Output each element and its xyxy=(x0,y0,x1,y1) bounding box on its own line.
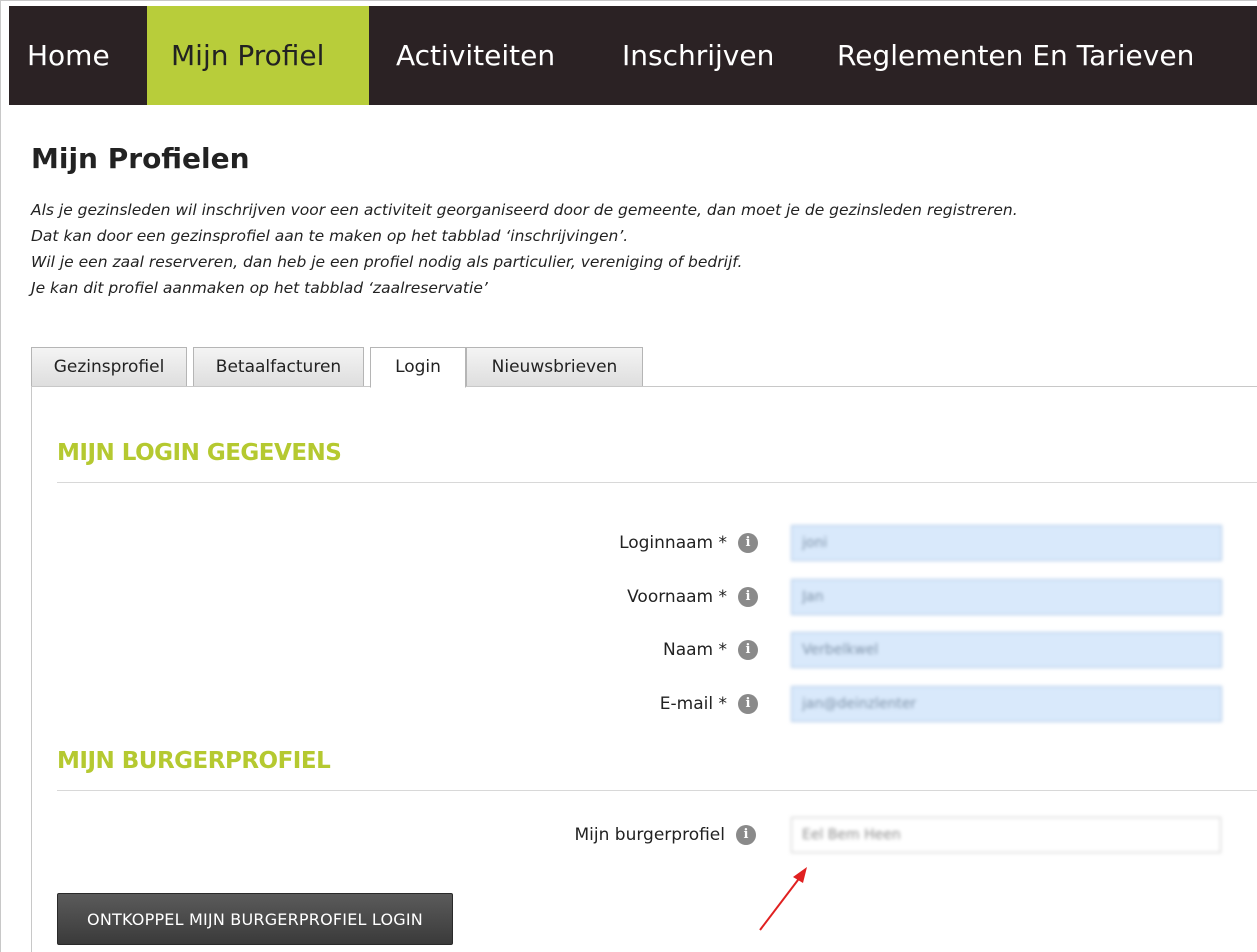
tab-gezinsprofiel[interactable]: Gezinsprofiel xyxy=(31,347,187,387)
burgerprofiel-section-title: MIJN BURGERPROFIEL xyxy=(57,748,331,774)
tab-login[interactable]: Login xyxy=(370,347,466,388)
page-title: Mijn Profielen xyxy=(31,142,250,175)
naam-label: Naam * xyxy=(662,640,727,660)
tab-nieuwsbrieven[interactable]: Nieuwsbrieven xyxy=(466,347,643,387)
nav-item-mijn-profiel[interactable]: Mijn Profiel xyxy=(147,6,369,105)
intro-text: Als je gezinsleden wil inschrijven voor … xyxy=(31,197,1018,301)
info-icon[interactable]: i xyxy=(738,694,758,714)
login-section-title: MIJN LOGIN GEGEVENS xyxy=(57,440,342,466)
nav-item-inschrijven[interactable]: Inschrijven xyxy=(595,6,809,105)
nav-item-reglementen-en-tarieven[interactable]: Reglementen En Tarieven xyxy=(809,6,1257,105)
voornaam-input[interactable] xyxy=(791,579,1222,615)
ontkoppel-burgerprofiel-button[interactable]: ONTKOPPEL MIJN BURGERPROFIEL LOGIN xyxy=(57,893,453,945)
top-navigation: Home Mijn Profiel Activiteiten Inschrijv… xyxy=(9,6,1257,105)
intro-line: Wil je een zaal reserveren, dan heb je e… xyxy=(31,253,743,271)
info-icon[interactable]: i xyxy=(738,533,758,553)
burgerprofiel-label: Mijn burgerprofiel xyxy=(574,825,726,845)
form-row-naam: Naam * i xyxy=(32,632,1257,668)
voornaam-label: Voornaam * xyxy=(627,587,727,607)
section-divider xyxy=(57,790,1257,791)
form-row-loginnaam: Loginnaam * i xyxy=(32,525,1257,561)
burgerprofiel-input[interactable] xyxy=(791,817,1221,853)
email-input[interactable] xyxy=(791,686,1222,722)
info-icon[interactable]: i xyxy=(738,587,758,607)
naam-input[interactable] xyxy=(791,632,1222,668)
intro-line: Als je gezinsleden wil inschrijven voor … xyxy=(31,201,1018,219)
form-row-email: E-mail * i xyxy=(32,686,1257,722)
intro-line: Dat kan door een gezinsprofiel aan te ma… xyxy=(31,227,629,245)
info-icon[interactable]: i xyxy=(738,640,758,660)
nav-item-activiteiten[interactable]: Activiteiten xyxy=(369,6,595,105)
intro-line: Je kan dit profiel aanmaken op het tabbl… xyxy=(31,279,488,297)
form-row-burgerprofiel: Mijn burgerprofiel i xyxy=(32,817,1257,853)
tab-betaalfacturen[interactable]: Betaalfacturen xyxy=(193,347,364,387)
section-divider xyxy=(57,482,1257,483)
nav-item-home[interactable]: Home xyxy=(9,6,147,105)
loginnaam-label: Loginnaam * xyxy=(619,533,727,553)
red-arrow-annotation-icon xyxy=(759,867,807,931)
loginnaam-input[interactable] xyxy=(791,525,1222,561)
email-label: E-mail * xyxy=(659,694,727,714)
form-row-voornaam: Voornaam * i xyxy=(32,579,1257,615)
tab-panel xyxy=(31,386,1257,952)
info-icon[interactable]: i xyxy=(736,825,756,845)
